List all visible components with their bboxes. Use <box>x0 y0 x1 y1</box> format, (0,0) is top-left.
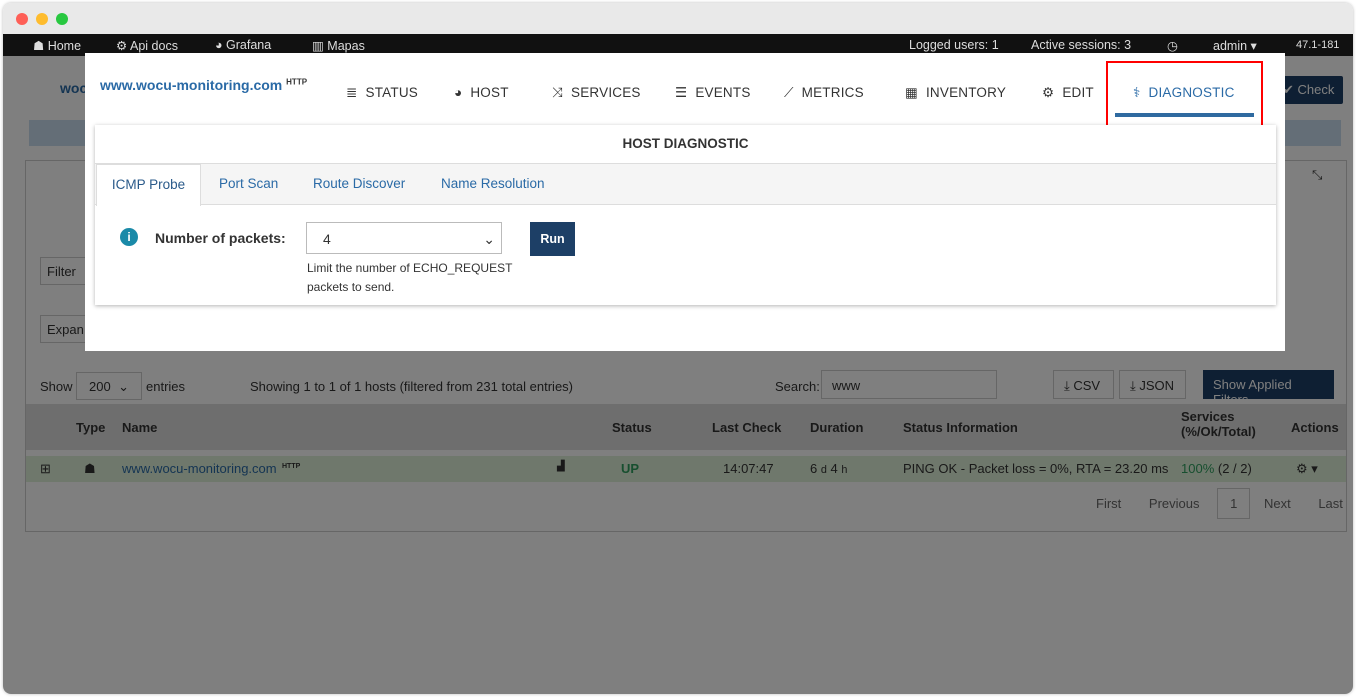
minimize-window-button[interactable] <box>36 13 48 25</box>
logged-users: Logged users: 1 <box>909 38 999 52</box>
card-title: HOST DIAGNOSTIC <box>622 136 749 151</box>
tab-name-resolution[interactable]: Name Resolution <box>441 164 545 205</box>
tab-route-discover[interactable]: Route Discover <box>313 164 405 205</box>
chart-icon: ⟋ <box>784 85 794 100</box>
nav-api-docs[interactable]: ⚙ Api docs <box>116 38 178 53</box>
tab-status[interactable]: ≣ STATUS <box>346 85 418 101</box>
tab-edit[interactable]: ⚙ EDIT <box>1042 85 1094 101</box>
dashboard-icon: ◕ <box>454 85 463 100</box>
tab-events[interactable]: ☰ EVENTS <box>675 85 751 101</box>
tab-services[interactable]: ⤨ SERVICES <box>552 85 641 101</box>
modal-host-name: www.wocu-monitoring.com HTTP <box>100 77 308 93</box>
title-bar <box>3 3 1353 34</box>
maximize-window-button[interactable] <box>56 13 68 25</box>
packets-select[interactable]: 4 ⌄ <box>306 222 502 254</box>
tab-port-scan[interactable]: Port Scan <box>219 164 278 205</box>
tab-host[interactable]: ◕ HOST <box>454 85 509 100</box>
host-modal: www.wocu-monitoring.com HTTP ≣ STATUS ◕ HO… <box>85 53 1285 351</box>
tab-inventory[interactable]: ▦ INVENTORY <box>905 85 1006 101</box>
clock-icon[interactable]: ◷ <box>1167 38 1178 53</box>
database-icon: ☰ <box>675 85 688 100</box>
info-icon[interactable]: i <box>120 228 138 246</box>
list-icon: ≣ <box>346 85 358 100</box>
diagnostic-tabs: ICMP Probe Port Scan Route Discover Name… <box>95 163 1276 206</box>
nav-mapas[interactable]: ▥ Mapas <box>312 38 365 53</box>
packets-help: Limit the number of ECHO_REQUEST packets… <box>307 261 513 294</box>
shuffle-icon: ⤨ <box>552 85 563 100</box>
grid-icon: ▦ <box>905 85 918 100</box>
active-sessions: Active sessions: 3 <box>1031 38 1132 52</box>
run-button[interactable]: Run <box>530 222 575 256</box>
close-window-button[interactable] <box>16 13 28 25</box>
packets-label: Number of packets: <box>155 230 286 246</box>
nav-home[interactable]: ☗ Home <box>33 38 81 53</box>
highlight-box <box>1106 61 1263 127</box>
browser-window: ☗ Home ⚙ Api docs ◕ Grafana ▥ Mapas Logg… <box>3 3 1353 694</box>
user-menu[interactable]: admin ▾ <box>1213 38 1257 53</box>
host-diagnostic-card: HOST DIAGNOSTIC ICMP Probe Port Scan Rou… <box>95 125 1276 305</box>
nav-grafana[interactable]: ◕ Grafana <box>215 38 271 52</box>
gears-icon: ⚙ <box>1042 85 1055 100</box>
tab-metrics[interactable]: ⟋ METRICS <box>784 85 864 101</box>
version: 47.1-181 <box>1296 39 1340 51</box>
tab-icmp-probe[interactable]: ICMP Probe <box>96 164 201 206</box>
